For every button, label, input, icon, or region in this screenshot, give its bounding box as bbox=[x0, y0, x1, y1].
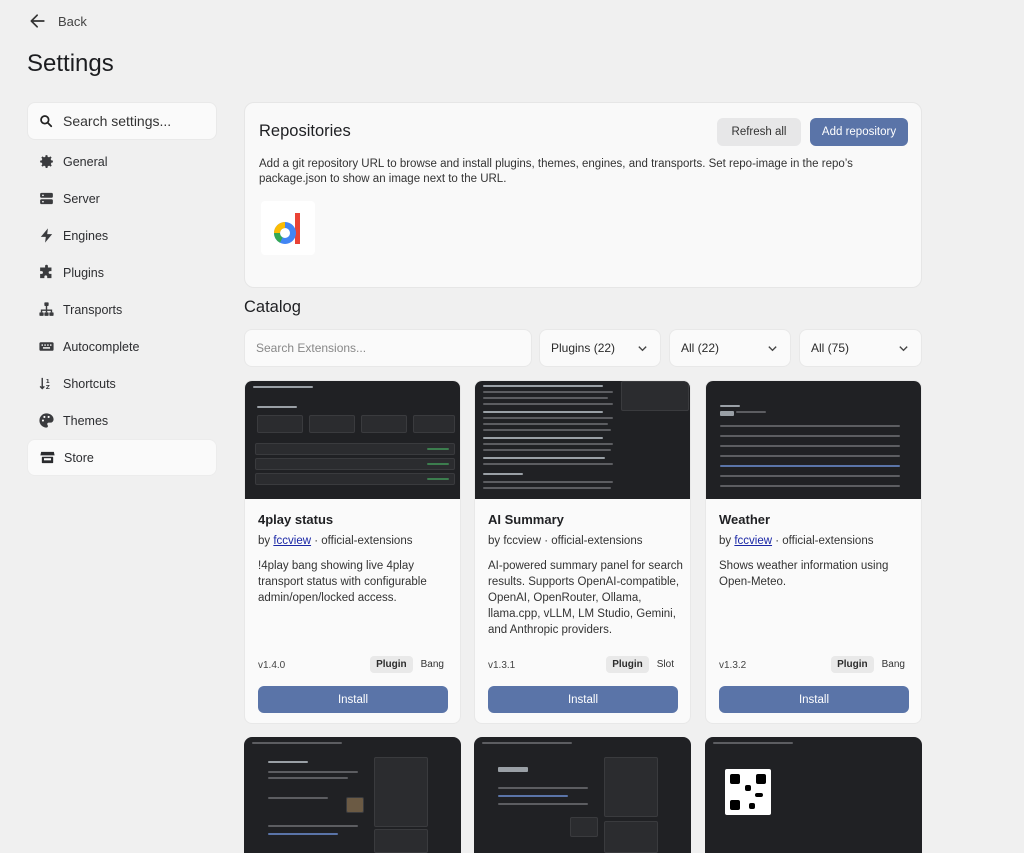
degoog-logo-icon bbox=[274, 213, 300, 244]
extension-description: Shows weather information using Open-Met… bbox=[719, 560, 889, 588]
chevron-down-icon bbox=[638, 345, 647, 351]
network-icon bbox=[39, 302, 54, 316]
source-filter-select[interactable]: All (75) bbox=[799, 329, 922, 367]
extension-tags: Plugin Slot bbox=[606, 656, 678, 673]
svg-text:1: 1 bbox=[46, 379, 50, 385]
extension-description: AI-powered summary panel for search resu… bbox=[488, 560, 683, 636]
settings-search-label: Search settings... bbox=[63, 113, 172, 129]
sidebar-item-transports[interactable]: Transports bbox=[27, 291, 217, 328]
sidebar-item-label: Shortcuts bbox=[63, 376, 116, 391]
palette-icon bbox=[39, 413, 54, 428]
search-icon bbox=[40, 115, 53, 128]
back-link[interactable]: Back bbox=[28, 10, 87, 32]
chevron-down-icon bbox=[899, 345, 908, 351]
sidebar-item-plugins[interactable]: Plugins bbox=[27, 254, 217, 291]
type-filter-select[interactable]: Plugins (22) bbox=[539, 329, 661, 367]
sidebar-item-label: Server bbox=[63, 191, 100, 206]
sidebar-item-autocomplete[interactable]: Autocomplete bbox=[27, 328, 217, 365]
repositories-description: Add a git repository URL to browse and i… bbox=[259, 158, 853, 185]
extension-title: 4play status bbox=[258, 512, 334, 527]
server-icon bbox=[40, 192, 53, 205]
keyboard-icon bbox=[39, 342, 54, 351]
source-label: · official-extensions bbox=[541, 535, 643, 547]
gear-icon bbox=[40, 155, 53, 168]
type-tag: Plugin bbox=[831, 656, 874, 673]
type-filter-value: Plugins (22) bbox=[551, 341, 616, 355]
sidebar-item-label: Store bbox=[64, 450, 94, 465]
extension-byline: by fccview · official-extensions bbox=[719, 535, 873, 547]
source-filter-value: All (75) bbox=[811, 341, 850, 355]
extension-description: !4play bang showing live 4play transport… bbox=[258, 560, 427, 604]
sidebar-item-label: Engines bbox=[63, 228, 109, 243]
author-link[interactable]: fccview bbox=[273, 535, 311, 547]
catalog-title: Catalog bbox=[244, 298, 301, 316]
category-filter-value: All (22) bbox=[681, 341, 720, 355]
extension-byline: by fccview · official-extensions bbox=[488, 535, 642, 547]
extension-card: AI Summary by fccview · official-extensi… bbox=[474, 380, 691, 724]
install-button[interactable]: Install bbox=[258, 686, 448, 713]
by-prefix: by bbox=[488, 535, 504, 547]
sidebar-item-label: Plugins bbox=[63, 265, 104, 280]
settings-sidebar: Search settings... General Server Engine… bbox=[27, 102, 217, 476]
settings-search[interactable]: Search settings... bbox=[27, 102, 217, 140]
subtype-tag: Bang bbox=[420, 659, 444, 670]
repositories-title: Repositories bbox=[259, 122, 351, 140]
author-label: fccview bbox=[503, 535, 542, 547]
add-repository-button[interactable]: Add repository bbox=[810, 118, 908, 146]
sidebar-item-themes[interactable]: Themes bbox=[27, 402, 217, 439]
arrow-left-icon bbox=[30, 14, 45, 28]
extension-screenshot bbox=[475, 381, 690, 499]
sidebar-item-store[interactable]: Store bbox=[27, 439, 217, 476]
extension-tags: Plugin Bang bbox=[831, 656, 909, 673]
extension-version: v1.3.2 bbox=[719, 660, 747, 671]
type-tag: Plugin bbox=[370, 656, 413, 673]
extension-version: v1.4.0 bbox=[258, 660, 286, 671]
back-label: Back bbox=[58, 13, 87, 29]
repositories-card: Repositories Refresh all Add repository … bbox=[244, 102, 922, 288]
subtype-tag: Bang bbox=[881, 659, 905, 670]
extension-version: v1.3.1 bbox=[488, 660, 516, 671]
extension-tags: Plugin Bang bbox=[370, 656, 448, 673]
sidebar-item-general[interactable]: General bbox=[27, 143, 217, 180]
refresh-all-button[interactable]: Refresh all bbox=[717, 118, 801, 146]
type-tag: Plugin bbox=[606, 656, 649, 673]
puzzle-icon bbox=[40, 264, 52, 279]
extension-card: Weather by fccview · official-extensions… bbox=[705, 380, 922, 724]
extension-screenshot bbox=[706, 381, 921, 499]
subtype-tag: Slot bbox=[656, 659, 674, 670]
extension-title: Weather bbox=[719, 512, 771, 527]
sidebar-item-shortcuts[interactable]: 1Z Shortcuts bbox=[27, 365, 217, 402]
sort-icon: 1Z bbox=[39, 377, 50, 391]
extension-screenshot bbox=[244, 737, 461, 853]
sidebar-item-label: Autocomplete bbox=[63, 339, 140, 354]
store-icon bbox=[40, 451, 55, 464]
bolt-icon bbox=[40, 228, 53, 243]
extension-screenshot bbox=[474, 737, 691, 853]
extension-search-input[interactable]: Search Extensions... bbox=[244, 329, 532, 367]
extension-title: AI Summary bbox=[488, 512, 564, 527]
extension-screenshot bbox=[705, 737, 922, 853]
svg-text:Z: Z bbox=[46, 385, 50, 391]
chevron-down-icon bbox=[768, 345, 777, 351]
by-prefix: by bbox=[719, 535, 735, 547]
repository-logo[interactable] bbox=[261, 201, 315, 255]
extension-byline: by fccview · official-extensions bbox=[258, 535, 412, 547]
install-button[interactable]: Install bbox=[488, 686, 678, 713]
by-prefix: by bbox=[258, 535, 274, 547]
source-label: · official-extensions bbox=[311, 535, 413, 547]
sidebar-item-label: Themes bbox=[63, 413, 109, 428]
sidebar-item-label: Transports bbox=[63, 302, 123, 317]
sidebar-item-server[interactable]: Server bbox=[27, 180, 217, 217]
install-button[interactable]: Install bbox=[719, 686, 909, 713]
category-filter-select[interactable]: All (22) bbox=[669, 329, 791, 367]
author-link[interactable]: fccview bbox=[734, 535, 772, 547]
sidebar-item-label: General bbox=[63, 154, 108, 169]
extension-screenshot bbox=[245, 381, 460, 499]
extension-card: 4play status by fccview · official-exten… bbox=[244, 380, 461, 724]
source-label: · official-extensions bbox=[772, 535, 874, 547]
sidebar-item-engines[interactable]: Engines bbox=[27, 217, 217, 254]
page-title: Settings bbox=[27, 50, 114, 77]
